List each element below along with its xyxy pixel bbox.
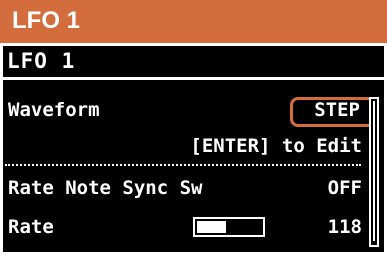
lcd-page-title: LFO 1 [7,49,76,73]
rate-label: Rate [8,216,54,238]
rate-note-sync-value[interactable]: OFF [328,177,362,199]
enter-to-edit-hint: [ENTER] to Edit [190,135,362,157]
lcd-screen-frame: LFO 1 Waveform STEP [ENTER] to Edit Rate… [0,43,387,255]
waveform-label: Waveform [8,99,100,121]
dotted-divider [5,164,361,166]
rate-note-sync-label: Rate Note Sync Sw [8,177,203,199]
header-title: LFO 1 [12,7,81,34]
lcd-title-bar: LFO 1 [3,46,384,77]
waveform-value-highlight [290,97,376,127]
scrollbar-thumb[interactable] [373,101,375,241]
rate-value[interactable]: 118 [328,216,362,238]
scrollbar[interactable] [369,97,379,247]
lcd-display: LFO 1 Waveform STEP [ENTER] to Edit Rate… [3,46,384,252]
page-header: LFO 1 [0,0,387,43]
title-divider [3,77,384,80]
rate-slider-fill [197,221,226,233]
rate-slider[interactable] [193,217,265,237]
